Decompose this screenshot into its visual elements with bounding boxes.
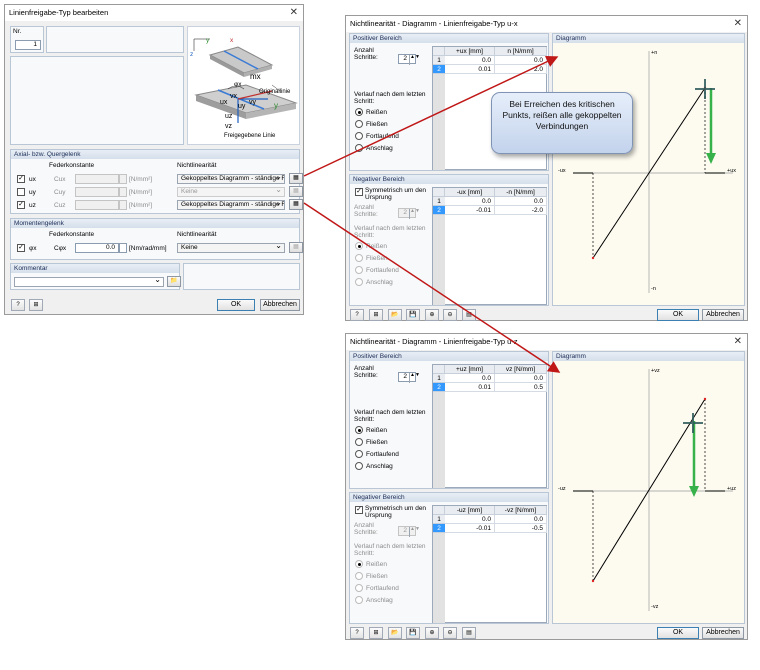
annotation-arrows — [303, 56, 561, 373]
callout-bubble: Bei Erreichen des kritischen Punkts, rei… — [491, 92, 633, 154]
